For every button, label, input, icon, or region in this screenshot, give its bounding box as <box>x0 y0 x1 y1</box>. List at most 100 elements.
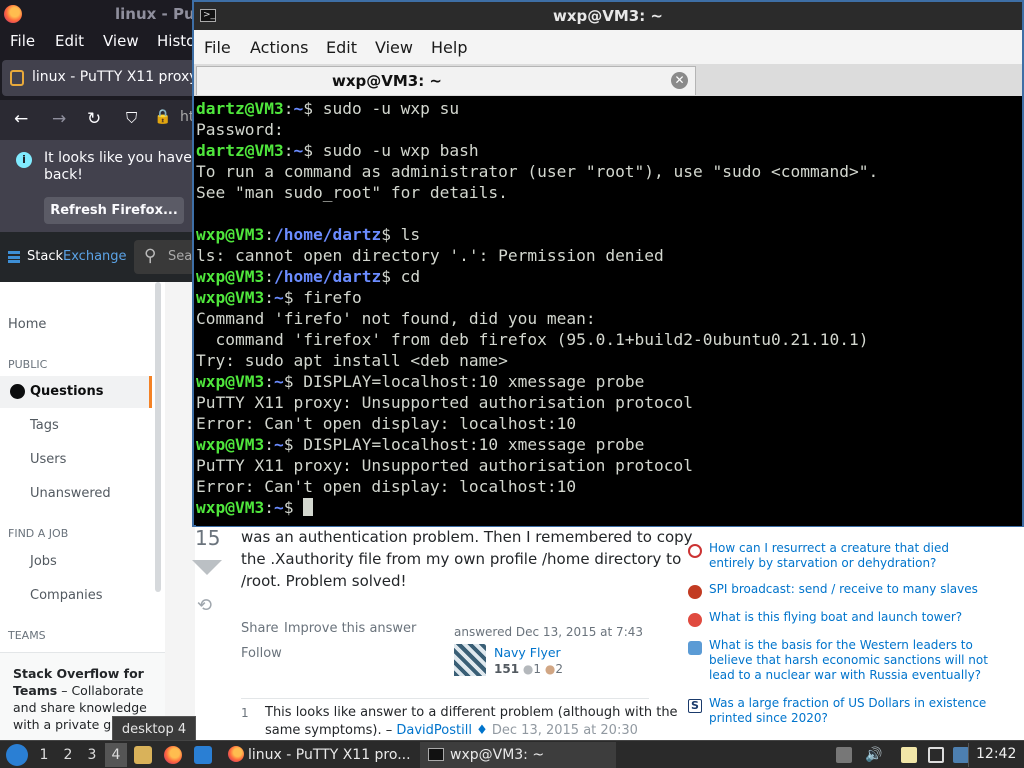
prompt-separator: : <box>264 372 274 391</box>
workspace-3[interactable]: 3 <box>81 743 103 767</box>
terminal-line: To run a command as administrator (user … <box>196 162 879 181</box>
terminal-line: wxp@VM3:/home/dartz$ cd <box>196 266 1022 287</box>
hot-question-link[interactable]: SPI broadcast: send / receive to many sl… <box>709 582 994 597</box>
firefox-tab[interactable]: linux - PuTTY X11 proxy: <box>2 60 201 96</box>
hot-question-link[interactable]: What is the basis for the Western leader… <box>709 638 994 683</box>
follow-link[interactable]: Follow <box>241 646 282 661</box>
rpg-site-icon <box>688 544 702 558</box>
command-text: cd <box>390 267 421 286</box>
text-cursor <box>303 498 314 516</box>
back-arrow-icon[interactable]: ← <box>14 109 28 129</box>
downvote-arrow-icon[interactable] <box>192 560 222 575</box>
taskbar: 1 2 3 4 linux - PuTTY X11 pro... wxp@VM3… <box>0 740 1024 768</box>
globe-icon <box>10 384 25 399</box>
terminal-output[interactable]: dartz@VM3:~$ sudo -u wxp su Password: dart… <box>196 98 1022 526</box>
tray-divider <box>968 743 969 767</box>
sidebar-item-questions[interactable]: Questions <box>0 376 152 408</box>
terminal-menubar: File Actions Edit View Help <box>194 30 1022 64</box>
history-icon[interactable]: ⟲ <box>197 595 212 616</box>
terminal-line: PuTTY X11 proxy: Unsupported authorisati… <box>196 456 694 475</box>
workspace-4[interactable]: 4 <box>105 743 127 767</box>
shield-icon[interactable]: ⛉ <box>126 109 137 127</box>
prompt-user-host: wxp@VM3 <box>196 498 265 517</box>
prompt-separator: : <box>264 225 274 244</box>
hot-question-link[interactable]: What is this flying boat and launch towe… <box>709 610 994 625</box>
terminal-menu-actions[interactable]: Actions <box>250 38 308 57</box>
info-icon: i <box>16 152 32 168</box>
prompt-separator: : <box>264 288 274 307</box>
task-terminal[interactable]: wxp@VM3: ~ <box>420 742 616 768</box>
command-text: DISPLAY=localhost:10 xmessage probe <box>293 435 645 454</box>
terminal-menu-edit[interactable]: Edit <box>326 38 357 57</box>
search-placeholder: Sea <box>168 249 193 264</box>
prompt-separator: : <box>264 435 274 454</box>
sidebar-item-tags[interactable]: Tags <box>30 418 59 433</box>
prompt-path: /home/dartz <box>273 267 382 286</box>
terminal-menu-help[interactable]: Help <box>431 38 467 57</box>
command-text: ls <box>390 225 421 244</box>
menu-edit[interactable]: Edit <box>55 32 84 50</box>
sidebar-item-unanswered[interactable]: Unanswered <box>30 486 111 501</box>
terminal-line: dartz@VM3:~$ sudo -u wxp su <box>196 98 1022 119</box>
menu-file[interactable]: File <box>10 32 35 50</box>
reload-icon[interactable]: ↻ <box>87 109 101 129</box>
sidebar-scrollbar[interactable] <box>155 282 161 592</box>
file-manager-icon[interactable] <box>134 746 152 764</box>
terminal-tab[interactable]: wxp@VM3: ~ ✕ <box>196 66 696 95</box>
menu-view[interactable]: View <box>103 32 139 50</box>
forward-arrow-icon[interactable]: → <box>52 109 66 129</box>
tab-favicon-icon <box>10 70 24 86</box>
terminal-line: wxp@VM3:~$ DISPLAY=localhost:10 xmessage… <box>196 434 1022 455</box>
terminal-menu-view[interactable]: View <box>375 38 413 57</box>
volume-icon[interactable]: 🔊 <box>865 747 882 763</box>
terminal-window[interactable]: >_ wxp@VM3: ~ File Actions Edit View Hel… <box>192 0 1024 527</box>
sidebar-item-home[interactable]: Home <box>8 317 46 332</box>
clock[interactable]: 12:42 <box>976 746 1016 762</box>
task-firefox[interactable]: linux - PuTTY X11 pro... <box>222 742 418 768</box>
workspace-1[interactable]: 1 <box>33 743 55 767</box>
user-avatar[interactable] <box>454 644 486 676</box>
left-sidebar: Home PUBLIC Questions Tags Users Unanswe… <box>0 282 165 742</box>
improve-answer-link[interactable]: Improve this answer <box>284 621 416 636</box>
prompt-user-host: wxp@VM3 <box>196 288 265 307</box>
terminal-menu-file[interactable]: File <box>204 38 231 57</box>
refresh-firefox-button[interactable]: Refresh Firefox... <box>44 197 184 224</box>
command-text: sudo -u wxp su <box>312 99 460 118</box>
stackexchange-brand[interactable]: StackExchange <box>27 249 127 264</box>
hot-question-link[interactable]: How can I resurrect a creature that died… <box>709 541 994 571</box>
sidebar-item-companies[interactable]: Companies <box>30 588 103 603</box>
prompt-user-host: dartz@VM3 <box>196 141 284 160</box>
terminal-line: command 'firefox' from deb firefox (95.0… <box>196 330 869 349</box>
sidebar-item-label: Questions <box>30 384 104 399</box>
prompt-symbol: $ <box>381 267 391 286</box>
prompt-path: ~ <box>273 498 284 517</box>
workspace-2[interactable]: 2 <box>57 743 79 767</box>
prompt-separator: : <box>264 498 274 517</box>
prompt-separator: : <box>283 99 294 118</box>
start-menu-icon[interactable] <box>6 744 28 766</box>
hot-question-link[interactable]: Was a large fraction of US Dollars in ex… <box>709 696 994 726</box>
stackexchange-logo-icon[interactable] <box>8 251 20 263</box>
terminal-line: wxp@VM3:~$ firefo <box>196 287 1022 308</box>
clipboard-icon[interactable] <box>901 747 917 763</box>
comment-votes: 1 <box>241 706 249 720</box>
answered-date: answered Dec 13, 2015 at 7:43 <box>454 625 643 639</box>
tray-update-icon[interactable] <box>836 747 852 763</box>
terminal-titlebar[interactable]: >_ wxp@VM3: ~ <box>194 2 1022 30</box>
prompt-user-host: wxp@VM3 <box>196 267 265 286</box>
close-tab-icon[interactable]: ✕ <box>671 72 688 89</box>
sidebar-heading-public: PUBLIC <box>8 358 48 371</box>
share-link[interactable]: Share <box>241 621 279 636</box>
network-icon[interactable] <box>928 747 944 763</box>
sidebar-item-users[interactable]: Users <box>30 452 66 467</box>
desktop-launcher-icon[interactable] <box>194 746 212 764</box>
sidebar-item-jobs[interactable]: Jobs <box>30 554 57 569</box>
monitor-icon[interactable] <box>953 747 969 763</box>
firefox-launcher-icon[interactable] <box>164 746 182 764</box>
terminal-tabbar: wxp@VM3: ~ ✕ <box>194 64 1022 96</box>
lock-icon[interactable]: 🔒 <box>154 109 171 125</box>
terminal-tab-title: wxp@VM3: ~ <box>331 72 443 90</box>
menu-history[interactable]: Histo <box>157 32 195 50</box>
author-link[interactable]: Navy Flyer <box>494 645 561 660</box>
search-icon: ⚲ <box>144 246 157 266</box>
